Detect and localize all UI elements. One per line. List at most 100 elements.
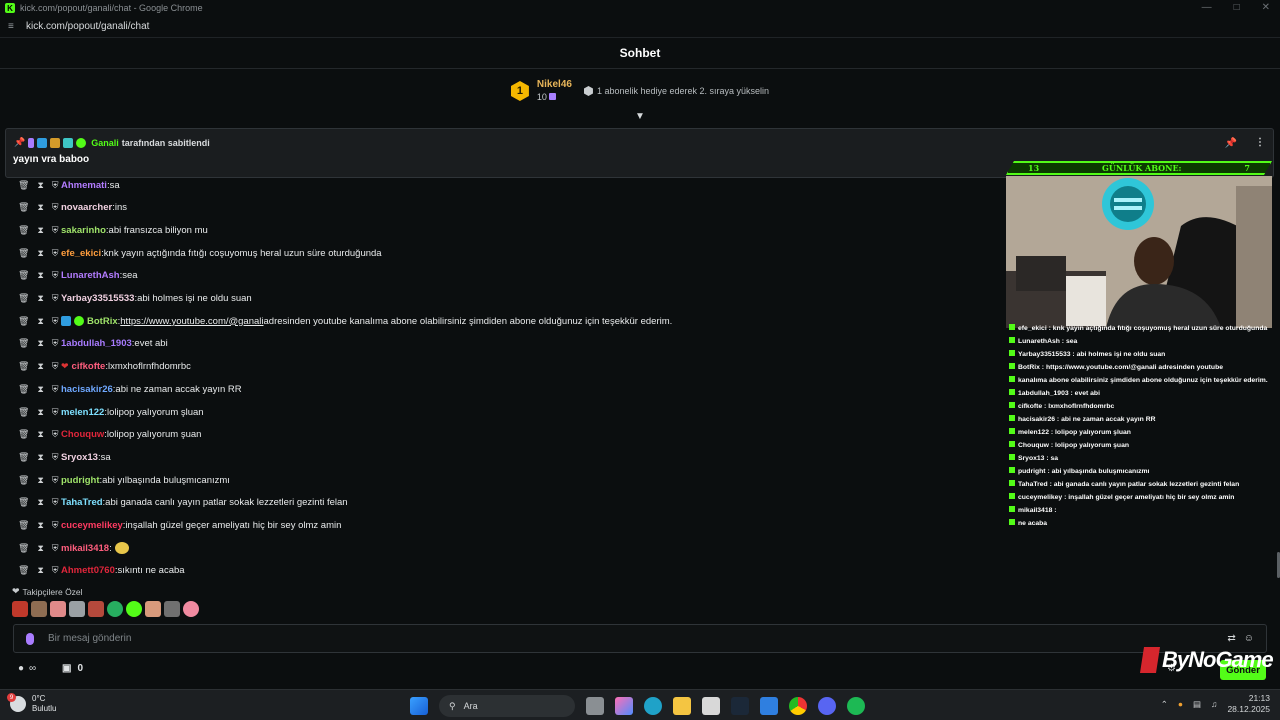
mail-icon[interactable]: [760, 697, 778, 715]
delete-icon[interactable]: 🗑: [18, 180, 29, 191]
chat-username[interactable]: novaarcher: [61, 202, 112, 213]
emote-item[interactable]: [107, 601, 123, 617]
chat-username[interactable]: cifkofte: [72, 361, 106, 372]
chat-username[interactable]: efe_ekici: [61, 248, 101, 259]
chat-message[interactable]: 🗑 ⧗ ⛨ ❤ cifkofte: lxmxhoflrnfhdomrbc: [0, 358, 191, 376]
emote-item[interactable]: [12, 601, 28, 617]
chat-message[interactable]: 🗑 ⧗ ⛨ pudright: abi yılbaşında buluşmıcanız…: [0, 471, 230, 489]
chat-username[interactable]: 1abdullah_1903: [61, 338, 132, 349]
timeout-icon[interactable]: ⧗: [37, 248, 43, 259]
chat-username[interactable]: Ahmemati: [61, 180, 107, 191]
emote-item[interactable]: [88, 601, 104, 617]
chat-message[interactable]: 🗑 ⧗ ⛨ Sryox13: sa: [0, 448, 111, 466]
maximize-icon[interactable]: □: [1234, 2, 1240, 13]
ban-icon[interactable]: ⛨: [52, 497, 59, 508]
ban-icon[interactable]: ⛨: [52, 202, 59, 213]
ban-icon[interactable]: ⛨: [52, 520, 59, 531]
network-icon[interactable]: ▤: [1193, 699, 1201, 710]
chat-username[interactable]: BotRix: [87, 316, 118, 327]
chat-message[interactable]: 🗑 ⧗ ⛨ BotRix: https://www.youtube.com/@gana…: [0, 312, 672, 330]
ban-icon[interactable]: ⛨: [52, 407, 59, 418]
volume-icon[interactable]: ♫: [1211, 699, 1217, 709]
timeout-icon[interactable]: ⧗: [37, 497, 43, 508]
ban-icon[interactable]: ⛨: [52, 316, 59, 327]
ban-icon[interactable]: ⛨: [52, 565, 59, 576]
chat-message[interactable]: 🗑 ⧗ ⛨ sakarinho: abi fransızca biliyon mu: [0, 221, 208, 239]
chat-username[interactable]: hacisakir26: [61, 384, 113, 395]
emote-item[interactable]: [50, 601, 66, 617]
emote-item[interactable]: [126, 601, 142, 617]
ban-icon[interactable]: ⛨: [52, 293, 59, 304]
weather-widget[interactable]: 9 0°C Bulutlu: [7, 693, 56, 714]
steam-icon[interactable]: [731, 697, 749, 715]
infinity-icon[interactable]: ∞: [29, 663, 36, 674]
emote-item[interactable]: [164, 601, 180, 617]
chat-message[interactable]: 🗑 ⧗ ⛨ TahaTred: abi ganada canlı yayın patl…: [0, 494, 348, 512]
taskbar-search[interactable]: ⚲ Ara: [439, 695, 575, 717]
chat-message[interactable]: 🗑 ⧗ ⛨ mikail3418:: [0, 539, 129, 557]
message-composer[interactable]: ⇄ ☺: [13, 624, 1267, 653]
delete-icon[interactable]: 🗑: [18, 520, 29, 531]
timeout-icon[interactable]: ⧗: [37, 384, 43, 395]
spotify-icon[interactable]: [847, 697, 865, 715]
chat-message[interactable]: 🗑 ⧗ ⛨ hacisakir26: abi ne zaman accak yayın…: [0, 380, 242, 398]
delete-icon[interactable]: 🗑: [18, 316, 29, 327]
delete-icon[interactable]: 🗑: [18, 225, 29, 236]
timeout-icon[interactable]: ⧗: [37, 338, 43, 349]
chat-message[interactable]: 🗑 ⧗ ⛨ 1abdullah_1903: evet abi: [0, 335, 168, 353]
file-explorer-icon[interactable]: [673, 697, 691, 715]
chat-username[interactable]: cuceymelikey: [61, 520, 123, 531]
timeout-icon[interactable]: ⧗: [37, 316, 43, 327]
delete-icon[interactable]: 🗑: [18, 497, 29, 508]
chat-message[interactable]: 🗑 ⧗ ⛨ Ahmett0760: sıkıntı ne acaba: [0, 562, 185, 580]
timeout-icon[interactable]: ⧗: [37, 202, 43, 213]
delete-icon[interactable]: 🗑: [18, 384, 29, 395]
youtube-link[interactable]: https://www.youtube.com/@ganali: [120, 316, 263, 327]
chat-username[interactable]: mikail3418: [61, 543, 109, 554]
delete-icon[interactable]: 🗑: [18, 293, 29, 304]
chat-username[interactable]: LunarethAsh: [61, 270, 120, 281]
chat-message[interactable]: 🗑 ⧗ ⛨ Chouquw: lolipop yalıyorum şuan: [0, 426, 201, 444]
chat-message[interactable]: 🗑 ⧗ ⛨ efe_ekici: knk yayın açtığında fıtığı…: [0, 244, 382, 262]
chat-username[interactable]: melen122: [61, 407, 104, 418]
timeout-icon[interactable]: ⧗: [37, 475, 43, 486]
ban-icon[interactable]: ⛨: [52, 225, 59, 236]
message-input[interactable]: [48, 633, 1048, 644]
more-options-icon[interactable]: ⋮: [1255, 137, 1265, 148]
timeout-icon[interactable]: ⧗: [37, 293, 43, 304]
delete-icon[interactable]: 🗑: [18, 248, 29, 259]
delete-icon[interactable]: 🗑: [18, 429, 29, 440]
delete-icon[interactable]: 🗑: [18, 452, 29, 463]
chat-username[interactable]: sakarinho: [61, 225, 106, 236]
store-app-icon[interactable]: [702, 697, 720, 715]
chat-message[interactable]: 🗑 ⧗ ⛨ Yarbay33515533: abi holmes işi ne old…: [0, 290, 252, 308]
ban-icon[interactable]: ⛨: [52, 270, 59, 281]
chat-message[interactable]: 🗑 ⧗ ⛨ melen122: lolipop yalıyorum şluan: [0, 403, 204, 421]
pinned-by-user[interactable]: Ganali: [91, 138, 119, 148]
minimize-icon[interactable]: —: [1202, 2, 1212, 13]
timeout-icon[interactable]: ⧗: [37, 520, 43, 531]
address-bar[interactable]: ≡ kick.com/popout/ganali/chat: [0, 16, 1280, 38]
edge-icon[interactable]: [644, 697, 662, 715]
ban-icon[interactable]: ⛨: [52, 543, 59, 554]
timeout-icon[interactable]: ⧗: [37, 270, 43, 281]
ban-icon[interactable]: ⛨: [52, 180, 59, 191]
ban-icon[interactable]: ⛨: [52, 452, 59, 463]
chat-username[interactable]: Sryox13: [61, 452, 98, 463]
leaderboard-username[interactable]: Nikel46: [537, 79, 572, 91]
site-settings-icon[interactable]: ≡: [8, 21, 18, 32]
chat-username[interactable]: TahaTred: [61, 497, 103, 508]
timeout-icon[interactable]: ⧗: [37, 543, 43, 554]
mic-tray-icon[interactable]: ●: [1178, 699, 1183, 709]
delete-icon[interactable]: 🗑: [18, 270, 29, 281]
chrome-icon[interactable]: [789, 697, 807, 715]
emote-item[interactable]: [69, 601, 85, 617]
delete-icon[interactable]: 🗑: [18, 361, 29, 372]
discord-icon[interactable]: [818, 697, 836, 715]
points-icon[interactable]: ●: [18, 663, 24, 674]
ban-icon[interactable]: ⛨: [52, 429, 59, 440]
leaderboard-user[interactable]: Nikel46 10: [537, 79, 572, 103]
delete-icon[interactable]: 🗑: [18, 475, 29, 486]
delete-icon[interactable]: 🗑: [18, 565, 29, 576]
timeout-icon[interactable]: ⧗: [37, 180, 43, 191]
